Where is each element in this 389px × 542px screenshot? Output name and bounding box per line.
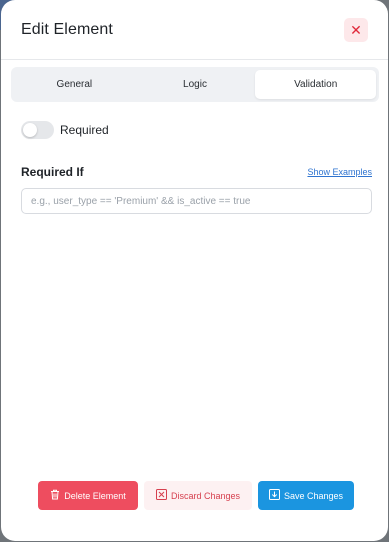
close-button[interactable]: ✕ [344,17,368,42]
save-download-icon [268,489,280,502]
save-changes-button[interactable]: Save Changes [258,481,354,510]
toggle-knob [23,123,37,137]
dialog-title: Edit Element [21,20,113,38]
tab-bar: General Logic Validation [11,67,379,102]
show-examples-link[interactable]: Show Examples [307,167,372,177]
discard-changes-label: Discard Changes [170,490,241,501]
required-if-label: Required If [21,165,84,179]
required-if-header: Required If Show Examples [21,165,372,179]
dialog-header: Edit Element ✕ [1,0,388,60]
discard-changes-button[interactable]: Discard Changes [144,481,252,510]
tab-general[interactable]: General [14,70,135,99]
required-toggle-row: Required [21,121,109,139]
discard-x-icon [155,489,167,502]
trash-icon [50,489,60,502]
tab-logic[interactable]: Logic [135,70,256,99]
required-if-input[interactable] [21,188,372,214]
delete-element-button[interactable]: Delete Element [38,481,138,510]
save-changes-label: Save Changes [283,490,344,501]
edit-element-dialog: Edit Element ✕ General Logic Validation … [1,0,388,541]
required-label: Required [60,123,109,137]
required-toggle[interactable] [21,121,54,139]
close-icon: ✕ [350,21,362,38]
delete-element-label: Delete Element [64,490,126,501]
tab-validation[interactable]: Validation [255,70,377,99]
dialog-footer: Delete Element Discard Changes Save Chan… [38,481,354,510]
